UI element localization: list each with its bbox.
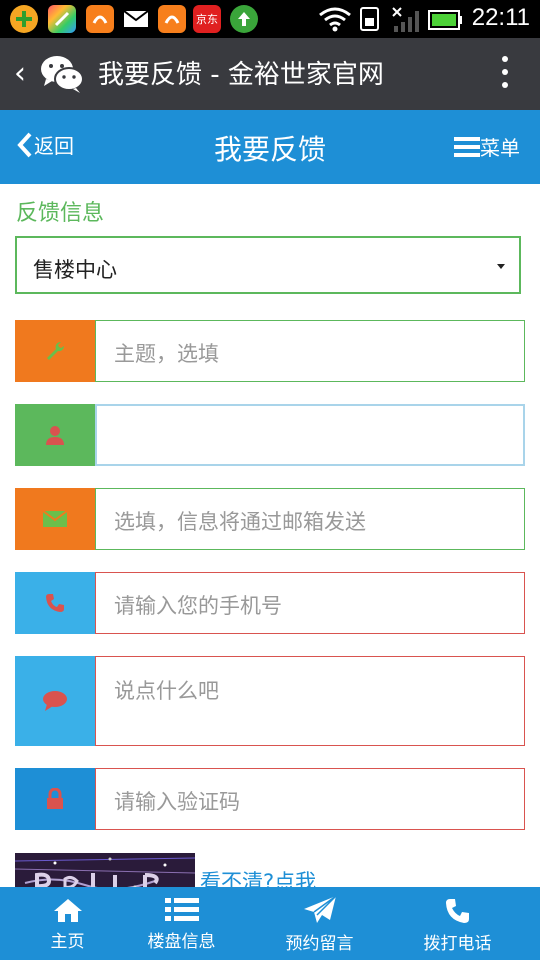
message-row: 说点什么吧: [15, 656, 525, 746]
tab-appointment[interactable]: 预约留言: [252, 887, 387, 960]
tab-properties-label: 楼盘信息: [147, 932, 216, 952]
clock: 22:11: [471, 4, 530, 31]
phone-input[interactable]: 请输入您的手机号: [95, 572, 525, 634]
status-bar: 京东 22:11: [0, 0, 540, 38]
email-addon: [15, 488, 95, 550]
upload-icon: [230, 5, 258, 33]
captcha-row: 请输入验证码: [15, 768, 525, 830]
phone-icon: [46, 594, 64, 612]
subject-addon: [15, 320, 95, 382]
phone-row: 请输入您的手机号: [15, 572, 525, 634]
hamburger-menu-icon: [454, 136, 480, 157]
name-row: [15, 404, 525, 466]
department-select[interactable]: 售楼中心: [15, 236, 521, 294]
email-placeholder: 选填，信息将通过邮箱发送: [114, 510, 366, 534]
tab-home-label: 主页: [50, 932, 85, 952]
email-input[interactable]: 选填，信息将通过邮箱发送: [95, 488, 525, 550]
tab-properties[interactable]: 楼盘信息: [114, 887, 249, 960]
phone-icon: [445, 899, 469, 923]
phone-addon: [15, 572, 95, 634]
sim-icon: [360, 7, 379, 31]
no-signal-icon: [392, 7, 419, 32]
wechat-back-button[interactable]: ‹: [14, 56, 26, 91]
add-icon: [10, 5, 38, 33]
more-options-icon[interactable]: [502, 56, 510, 92]
subject-row: 主题，选填: [15, 320, 525, 382]
wechat-page-title: 我要反馈 - 金裕世家官网: [98, 60, 384, 90]
section-title: 反馈信息: [16, 201, 105, 226]
uc-browser-icon: [86, 5, 114, 33]
jd-label: 京东: [196, 13, 218, 26]
captcha-input[interactable]: 请输入验证码: [95, 768, 525, 830]
app-store-icon: [48, 5, 76, 33]
message-placeholder: 说点什么吧: [114, 679, 219, 703]
message-textarea[interactable]: 说点什么吧: [95, 656, 525, 746]
home-icon: [53, 899, 82, 922]
caret-down-icon: [497, 264, 505, 269]
tab-call[interactable]: 拨打电话: [390, 887, 525, 960]
wrench-icon: [47, 341, 65, 360]
message-addon: [15, 656, 95, 746]
tab-appointment-label: 预约留言: [285, 934, 354, 954]
phone-placeholder: 请输入您的手机号: [114, 594, 282, 618]
email-row: 选填，信息将通过邮箱发送: [15, 488, 525, 550]
comment-icon: [43, 691, 67, 711]
lock-icon: [47, 788, 63, 809]
jd-icon: 京东: [193, 5, 221, 33]
department-select-value: 售楼中心: [33, 258, 117, 282]
subject-placeholder: 主题，选填: [114, 342, 219, 366]
bottom-nav: 主页 楼盘信息 预约留言 拨打电话: [0, 887, 540, 960]
user-icon: [46, 426, 64, 445]
captcha-placeholder: 请输入验证码: [114, 790, 240, 814]
list-icon: [164, 898, 199, 921]
name-input[interactable]: [95, 404, 525, 466]
tab-call-label: 拨打电话: [423, 934, 492, 954]
menu-button[interactable]: 菜单: [454, 132, 520, 161]
menu-label: 菜单: [480, 136, 520, 160]
mail-icon: [122, 5, 150, 33]
wechat-title-bar: ‹ 我要反馈 - 金裕世家官网: [0, 38, 540, 110]
battery-icon: [428, 10, 462, 30]
name-addon: [15, 404, 95, 466]
envelope-icon: [42, 510, 68, 527]
send-icon: [303, 895, 337, 923]
page-header: 返回 我要反馈 菜单: [0, 110, 540, 184]
captcha-addon: [15, 768, 95, 830]
wechat-logo-icon: [41, 56, 84, 93]
subject-input[interactable]: 主题，选填: [95, 320, 525, 382]
wifi-icon: [319, 7, 351, 32]
uc-browser-icon: [158, 5, 186, 33]
